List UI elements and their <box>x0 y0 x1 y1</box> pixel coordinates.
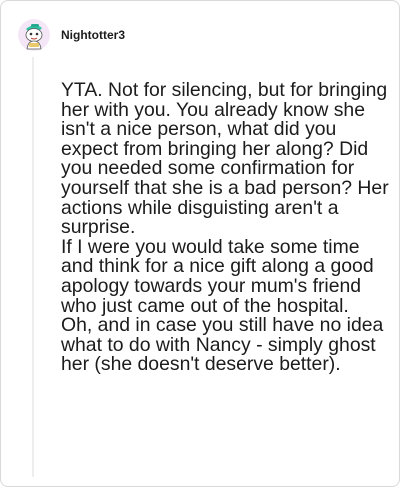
comment-author[interactable]: Nightotter3 <box>61 28 125 42</box>
comment-body: YTA. Not for silencing, but for bringing… <box>61 79 391 376</box>
comment-paragraph: If I were you would take some time and t… <box>61 235 374 317</box>
comment-paragraph: YTA. Not for silencing, but for bringing… <box>61 79 389 239</box>
comment-card: Nightotter3 YTA. Not for silencing, but … <box>0 0 400 487</box>
comment-paragraph: Oh, and in case you still have no idea w… <box>61 314 384 376</box>
thread-line[interactable] <box>32 57 34 477</box>
comment-header: Nightotter3 <box>18 17 125 53</box>
snoo-avatar-icon[interactable] <box>18 19 50 51</box>
